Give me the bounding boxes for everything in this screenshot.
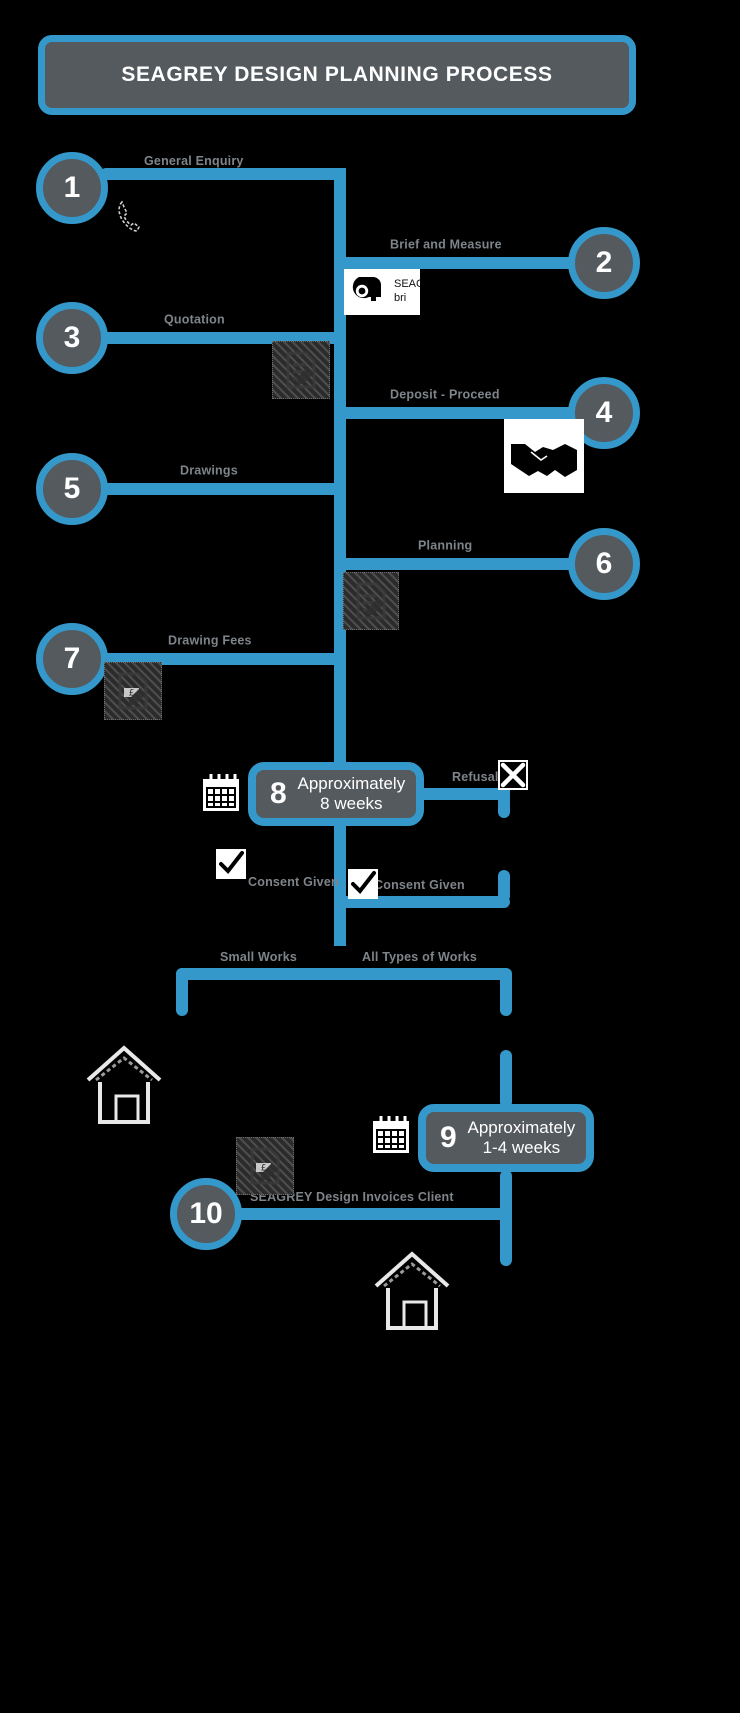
step-label-6: Planning <box>418 538 473 553</box>
step-label-2: Brief and Measure <box>390 237 502 252</box>
step-number-10: 10 <box>189 1197 223 1230</box>
calendar-icon-8 <box>198 770 244 816</box>
flowchart-canvas: SEAGREY DESIGN PLANNING PROCESS 1 Genera… <box>0 0 740 1713</box>
connector-step-5 <box>100 483 346 495</box>
handshake-icon <box>504 419 584 493</box>
connector-step-10 <box>234 1208 512 1220</box>
connector-step-1 <box>100 168 346 180</box>
branch-label-small-works: Small Works <box>220 949 297 964</box>
connector-refusal <box>418 788 510 800</box>
step-node-1[interactable]: 1 <box>36 152 108 224</box>
connector-works-split <box>176 968 512 980</box>
step-label-7: Drawing Fees <box>168 633 252 648</box>
document-broken-image-icon-6 <box>343 572 399 630</box>
step-number-6: 6 <box>595 547 613 580</box>
measure-note-line1: SEAG <box>394 278 420 291</box>
cross-icon <box>498 760 528 790</box>
phone-icon <box>118 200 141 232</box>
connector-step-6 <box>334 558 580 570</box>
page-title: SEAGREY DESIGN PLANNING PROCESS <box>121 63 553 87</box>
connector-step-9-feed <box>500 1050 512 1108</box>
duration-line1-9: Approximately <box>467 1117 576 1137</box>
branch-label-consent-left: Consent Given <box>248 875 339 889</box>
duration-text-8: Approximately 8 weeks <box>297 774 416 814</box>
document-broken-image-icon-3 <box>272 341 330 399</box>
measure-note-line2: bri <box>394 292 407 304</box>
connector-step-4 <box>334 407 580 419</box>
step-node-3[interactable]: 3 <box>36 302 108 374</box>
step-number-3: 3 <box>63 321 81 354</box>
check-icon-left <box>216 849 246 879</box>
step-label-5: Drawings <box>180 463 238 478</box>
step-node-6[interactable]: 6 <box>568 528 640 600</box>
tape-measure-icon <box>344 269 392 315</box>
step-node-2[interactable]: 2 <box>568 227 640 299</box>
invoice-broken-image-icon-7: £ <box>104 662 162 720</box>
duration-number-8: 8 <box>270 777 287 810</box>
step-number-2: 2 <box>595 246 613 279</box>
duration-number-9: 9 <box>440 1121 457 1154</box>
connector-consent-right-up <box>498 870 510 902</box>
step-node-7[interactable]: 7 <box>36 623 108 695</box>
connector-step-2 <box>334 257 580 269</box>
branch-label-all-types-of-works: All Types of Works <box>362 949 477 964</box>
step-number-4: 4 <box>595 396 613 429</box>
house-icon-all-works <box>374 1251 450 1330</box>
measure-note-block: SEAG bri <box>392 269 420 315</box>
branch-label-refusal: Refusal <box>452 769 499 784</box>
measure-note-text: SEAG bri <box>392 278 420 306</box>
connector-all-works-drop <box>500 968 512 1016</box>
connector-small-works-drop <box>176 968 188 1016</box>
step-label-4: Deposit - Proceed <box>390 387 500 402</box>
step-label-1: General Enquiry <box>144 154 244 168</box>
branch-label-consent-right: Consent Given <box>374 877 465 892</box>
step-node-5[interactable]: 5 <box>36 453 108 525</box>
house-icon-small-works <box>86 1045 162 1124</box>
step-label-3: Quotation <box>164 312 225 327</box>
duration-text-9: Approximately 1-4 weeks <box>467 1118 586 1158</box>
invoice-broken-image-icon-10: £ <box>236 1137 294 1195</box>
page-title-banner: SEAGREY DESIGN PLANNING PROCESS <box>38 35 636 115</box>
duration-line2-8: 8 weeks <box>320 794 383 813</box>
duration-line1-8: Approximately <box>297 773 406 793</box>
step-number-7: 7 <box>63 642 81 675</box>
check-icon-right <box>348 869 378 899</box>
duration-line2-9: 1-4 weeks <box>482 1138 561 1157</box>
step-number-5: 5 <box>63 472 81 505</box>
step-number-1: 1 <box>63 171 81 204</box>
calendar-icon-9 <box>368 1112 414 1158</box>
duration-box-8[interactable]: 8 Approximately 8 weeks <box>248 762 424 826</box>
step-node-10[interactable]: 10 <box>170 1178 242 1250</box>
duration-box-9[interactable]: 9 Approximately 1-4 weeks <box>418 1104 594 1172</box>
